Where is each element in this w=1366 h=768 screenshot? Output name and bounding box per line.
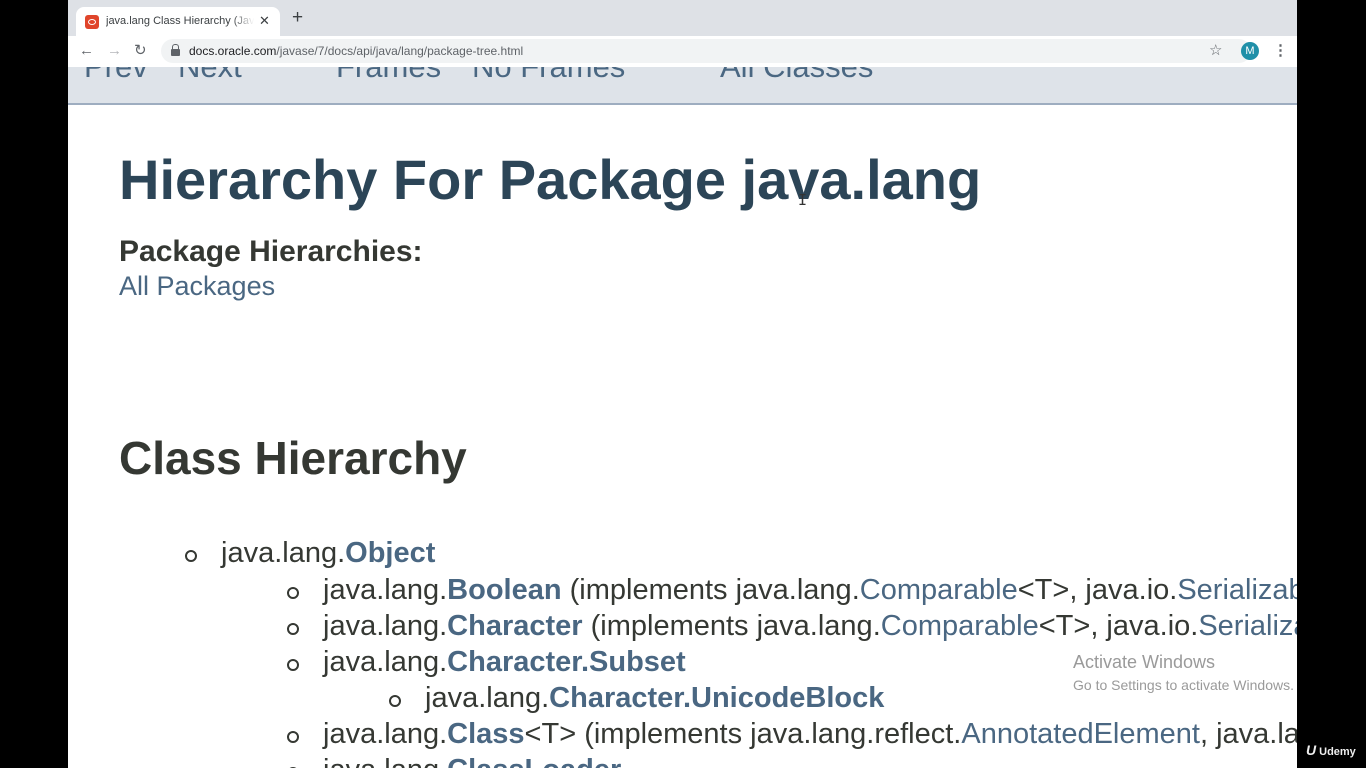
oracle-favicon-icon xyxy=(85,15,99,29)
tree-row-text: java.lang.Character.Subset xyxy=(323,644,686,680)
interface-link[interactable]: Comparable xyxy=(881,610,1039,642)
new-tab-icon[interactable]: + xyxy=(292,8,303,27)
bullet-circle-icon xyxy=(389,695,401,707)
class-link[interactable]: Class xyxy=(447,718,524,750)
class-hierarchy-heading: Class Hierarchy xyxy=(119,432,467,484)
tree-row-text: java.lang.ClassLoader xyxy=(323,752,621,768)
back-arrow-icon[interactable]: ← xyxy=(79,41,94,61)
address-bar[interactable]: docs.oracle.com/javase/7/docs/api/java/l… xyxy=(161,39,1251,63)
implements-text: , java.lang.reflect. xyxy=(1199,718,1297,750)
bullet-circle-icon xyxy=(287,731,299,743)
bookmark-star-icon[interactable]: ☆ xyxy=(1209,41,1222,59)
nav-next-link[interactable]: Next xyxy=(178,67,242,85)
class-link[interactable]: Character.Subset xyxy=(447,646,686,678)
class-link[interactable]: Boolean xyxy=(447,574,561,606)
nav-prev-link[interactable]: Prev xyxy=(84,67,148,85)
class-link[interactable]: Character.UnicodeBlock xyxy=(549,682,884,714)
interface-link[interactable]: AnnotatedElement xyxy=(961,718,1200,750)
tree-row-text: java.lang.Character (implements java.lan… xyxy=(323,608,1297,644)
bullet-circle-icon xyxy=(185,550,197,562)
text-cursor-icon: I xyxy=(798,191,808,209)
package-hierarchies-label: Package Hierarchies: xyxy=(119,235,423,268)
implements-text: (implements java.lang. xyxy=(582,610,881,642)
class-link[interactable]: Character xyxy=(447,610,582,642)
package-prefix: java.lang. xyxy=(323,754,447,768)
package-prefix: java.lang. xyxy=(221,537,346,569)
package-prefix: java.lang. xyxy=(323,646,448,678)
implements-text: <T> (implements java.lang.reflect. xyxy=(524,718,962,750)
bullet-circle-icon xyxy=(287,659,299,671)
url-host: docs.oracle.com xyxy=(189,44,277,58)
browser-tab[interactable]: java.lang Class Hierarchy (Java Platform… xyxy=(76,7,280,36)
activate-windows-title: Activate Windows xyxy=(1073,652,1216,672)
interface-link[interactable]: Serializable xyxy=(1198,610,1297,642)
udemy-label: Udemy xyxy=(1319,746,1356,758)
forward-arrow-icon[interactable]: → xyxy=(107,41,122,61)
bullet-circle-icon xyxy=(287,587,299,599)
tree-row-text: java.lang.Object xyxy=(221,535,435,571)
tree-row-text: java.lang.Boolean (implements java.lang.… xyxy=(323,572,1297,608)
url-text[interactable]: docs.oracle.com/javase/7/docs/api/java/l… xyxy=(189,44,523,58)
nav-no-frames-link[interactable]: No Frames xyxy=(472,67,625,85)
class-link[interactable]: Object xyxy=(345,537,435,569)
implements-text: <T>, java.io. xyxy=(1038,610,1199,642)
browser-toolbar: ← → ↻ docs.oracle.com/javase/7/docs/api/… xyxy=(68,36,1297,68)
page-title: Hierarchy For Package java.lang xyxy=(119,148,982,211)
reload-icon[interactable]: ↻ xyxy=(134,41,147,61)
implements-text: <T>, java.io. xyxy=(1017,574,1178,606)
url-path: /javase/7/docs/api/java/lang/package-tre… xyxy=(276,44,524,58)
lock-icon[interactable] xyxy=(171,44,180,56)
tab-strip: java.lang Class Hierarchy (Java Platform… xyxy=(68,0,1297,36)
tab-title: java.lang Class Hierarchy (Java Platform… xyxy=(106,15,254,27)
package-prefix: java.lang. xyxy=(323,718,448,750)
activate-windows-subtitle: Go to Settings to activate Windows. xyxy=(1073,677,1294,693)
nav-all-classes-link[interactable]: All Classes xyxy=(720,67,873,85)
udemy-logo: U Udemy xyxy=(1306,742,1356,758)
javadoc-top-nav: Prev Next Frames No Frames All Classes xyxy=(68,67,1297,105)
all-packages-link[interactable]: All Packages xyxy=(119,271,275,302)
package-prefix: java.lang. xyxy=(323,610,448,642)
class-link[interactable]: ClassLoader xyxy=(447,754,621,768)
close-tab-icon[interactable]: ✕ xyxy=(259,13,270,29)
udemy-mark-icon: U xyxy=(1306,742,1317,758)
tree-row-text: java.lang.Character.UnicodeBlock xyxy=(425,680,884,716)
tree-row-text: java.lang.Class<T> (implements java.lang… xyxy=(323,716,1297,752)
implements-text: (implements java.lang. xyxy=(561,574,860,606)
interface-link[interactable]: Comparable xyxy=(860,574,1018,606)
package-prefix: java.lang. xyxy=(425,682,550,714)
interface-link[interactable]: Serializable xyxy=(1177,574,1297,606)
profile-avatar[interactable]: M xyxy=(1241,42,1259,60)
browser-menu-icon[interactable]: ⋮ xyxy=(1273,41,1288,59)
nav-frames-link[interactable]: Frames xyxy=(336,67,441,85)
bullet-circle-icon xyxy=(287,623,299,635)
package-prefix: java.lang. xyxy=(323,574,448,606)
